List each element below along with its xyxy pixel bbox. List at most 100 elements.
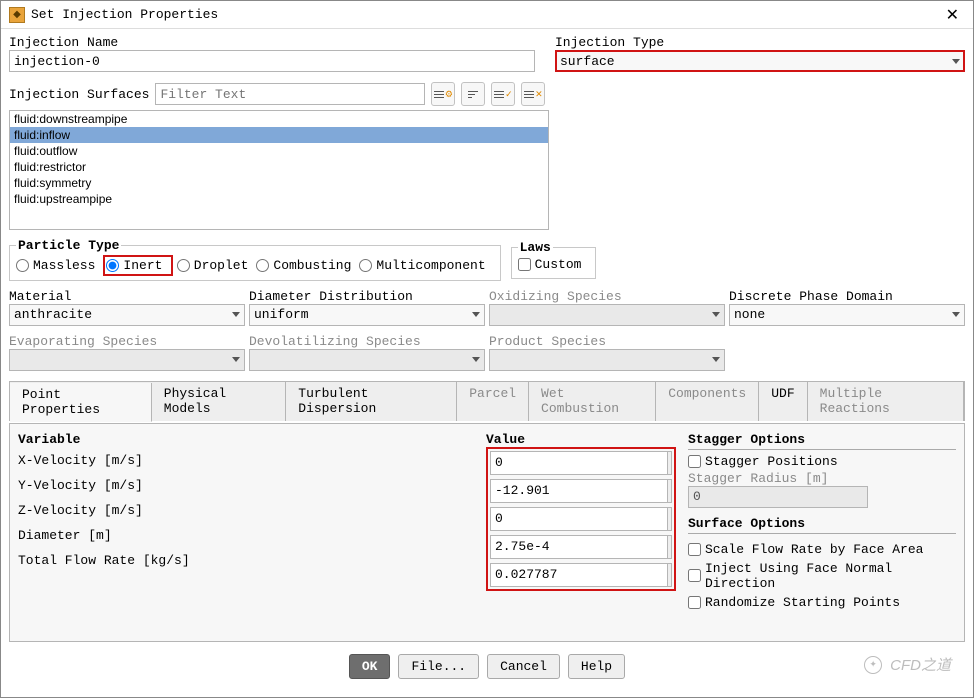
tab-turbulent-dispersion[interactable]: Turbulent Dispersion: [286, 382, 457, 421]
injection-surfaces-label: Injection Surfaces: [9, 87, 149, 102]
surface-options-title: Surface Options: [688, 516, 956, 534]
injection-type-dropdown[interactable]: surface: [555, 50, 965, 72]
laws-legend: Laws: [518, 240, 553, 255]
tab-point-properties[interactable]: Point Properties: [10, 383, 152, 422]
stagger-radius-input: [688, 486, 868, 508]
diameter-distribution-label: Diameter Distribution: [249, 289, 485, 304]
value-field[interactable]: [490, 507, 672, 531]
file-button[interactable]: File...: [398, 654, 479, 679]
button-bar: OK File... Cancel Help: [9, 644, 965, 689]
tab-bar: Point PropertiesPhysical ModelsTurbulent…: [9, 381, 965, 421]
stagger-options-title: Stagger Options: [688, 432, 956, 450]
laws-group: Laws Custom: [511, 240, 597, 279]
particle-type-radio-massless[interactable]: Massless: [16, 258, 95, 273]
cancel-button[interactable]: Cancel: [487, 654, 560, 679]
tab-multiple-reactions: Multiple Reactions: [808, 382, 964, 421]
stagger-radius-label: Stagger Radius [m]: [688, 471, 956, 486]
app-icon: ◆: [9, 7, 25, 23]
list-icon: [494, 91, 504, 98]
tab-panel-point-properties: Variable Value X-Velocity [m/s]Y-Velocit…: [9, 423, 965, 642]
value-field[interactable]: [490, 535, 672, 559]
diameter-distribution-dropdown[interactable]: uniform: [249, 304, 485, 326]
value-header: Value: [486, 432, 676, 447]
surface-option-checkbox[interactable]: Randomize Starting Points: [688, 595, 948, 610]
variable-label: X-Velocity [m/s]: [18, 453, 486, 468]
list-item[interactable]: fluid:inflow: [10, 127, 548, 143]
stagger-positions-checkbox[interactable]: Stagger Positions: [688, 454, 948, 469]
particle-type-legend: Particle Type: [16, 238, 121, 253]
particle-type-radio-multicomponent[interactable]: Multicomponent: [359, 258, 485, 273]
variable-label: Z-Velocity [m/s]: [18, 503, 486, 518]
watermark: ✦ CFD之道: [864, 654, 951, 675]
chevron-down-icon[interactable]: [667, 480, 671, 502]
chevron-down-icon: [712, 312, 720, 317]
dialog-set-injection-properties: ◆ Set Injection Properties ✕ Injection N…: [0, 0, 974, 698]
chevron-down-icon: [952, 312, 960, 317]
list-item[interactable]: fluid:outflow: [10, 143, 548, 159]
value-field[interactable]: [490, 451, 672, 475]
value-input[interactable]: [491, 480, 667, 502]
ok-button[interactable]: OK: [349, 654, 391, 679]
chevron-down-icon: [472, 312, 480, 317]
help-button[interactable]: Help: [568, 654, 625, 679]
list-item[interactable]: fluid:symmetry: [10, 175, 548, 191]
injection-surfaces-list[interactable]: fluid:downstreampipefluid:inflowfluid:ou…: [9, 110, 549, 230]
tab-physical-models[interactable]: Physical Models: [152, 382, 286, 421]
injection-name-input[interactable]: [9, 50, 535, 72]
injection-name-label: Injection Name: [9, 35, 535, 50]
tab-udf[interactable]: UDF: [759, 382, 807, 421]
variable-label: Y-Velocity [m/s]: [18, 478, 486, 493]
list-item[interactable]: fluid:restrictor: [10, 159, 548, 175]
close-icon[interactable]: ✕: [940, 5, 965, 25]
value-input[interactable]: [491, 564, 667, 586]
particle-type-group: Particle Type Massless Inert Droplet Combu…: [9, 238, 501, 281]
sort-button[interactable]: [461, 82, 485, 106]
chevron-down-icon: [952, 59, 960, 64]
list-icon: [468, 91, 478, 98]
value-input[interactable]: [491, 508, 667, 530]
variable-label: Diameter [m]: [18, 528, 486, 543]
value-input[interactable]: [491, 452, 667, 474]
oxidizing-species-dropdown: [489, 304, 725, 326]
product-species-label: Product Species: [489, 334, 725, 349]
chevron-down-icon[interactable]: [667, 508, 671, 530]
value-field[interactable]: [490, 479, 672, 503]
material-label: Material: [9, 289, 245, 304]
value-field[interactable]: [490, 563, 672, 587]
chevron-down-icon[interactable]: [667, 452, 671, 474]
chevron-down-icon[interactable]: [667, 564, 671, 586]
oxidizing-species-label: Oxidizing Species: [489, 289, 725, 304]
values-highlight-box: [486, 447, 676, 591]
material-dropdown[interactable]: anthracite: [9, 304, 245, 326]
particle-type-radio-droplet[interactable]: Droplet: [177, 258, 249, 273]
wechat-icon: ✦: [864, 656, 882, 674]
list-icon: [524, 91, 534, 98]
list-item[interactable]: fluid:downstreampipe: [10, 111, 548, 127]
surface-option-checkbox[interactable]: Scale Flow Rate by Face Area: [688, 542, 948, 557]
list-item[interactable]: fluid:upstreampipe: [10, 191, 548, 207]
list-icon: [434, 91, 444, 98]
chevron-down-icon: [712, 357, 720, 362]
evaporating-species-dropdown: [9, 349, 245, 371]
discrete-phase-domain-dropdown[interactable]: none: [729, 304, 965, 326]
chevron-down-icon[interactable]: [667, 536, 671, 558]
select-all-button[interactable]: ✓: [491, 82, 515, 106]
variable-label: Total Flow Rate [kg/s]: [18, 553, 486, 568]
particle-type-radio-inert[interactable]: Inert: [106, 258, 162, 273]
injection-type-value: surface: [560, 54, 948, 69]
surface-option-checkbox[interactable]: Inject Using Face Normal Direction: [688, 561, 948, 591]
chevron-down-icon: [232, 357, 240, 362]
deselect-all-button[interactable]: ✕: [521, 82, 545, 106]
devolatilizing-species-label: Devolatilizing Species: [249, 334, 485, 349]
laws-custom-label: Custom: [535, 257, 582, 272]
laws-custom-checkbox[interactable]: Custom: [518, 257, 582, 272]
value-input[interactable]: [491, 536, 667, 558]
tab-parcel: Parcel: [457, 382, 529, 421]
tab-wet-combustion: Wet Combustion: [529, 382, 656, 421]
devolatilizing-species-dropdown: [249, 349, 485, 371]
evaporating-species-label: Evaporating Species: [9, 334, 245, 349]
tab-components: Components: [656, 382, 759, 421]
filter-settings-button[interactable]: ⚙: [431, 82, 455, 106]
surfaces-filter-input[interactable]: [155, 83, 425, 105]
particle-type-radio-combusting[interactable]: Combusting: [256, 258, 351, 273]
